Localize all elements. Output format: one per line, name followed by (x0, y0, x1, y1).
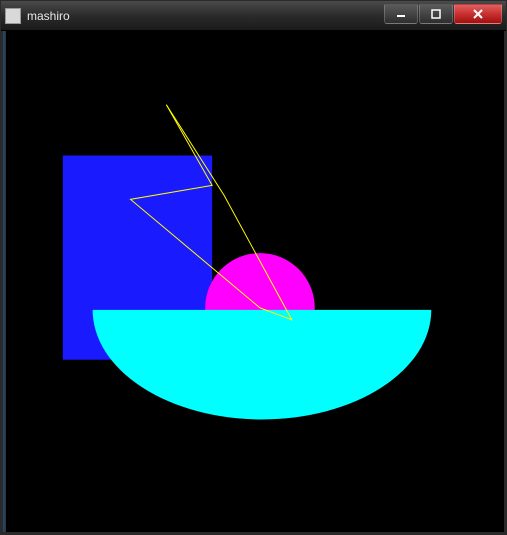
window-title: mashiro (27, 9, 384, 23)
content-area (1, 31, 506, 534)
app-icon (5, 8, 21, 24)
minimize-icon (396, 9, 406, 19)
close-button[interactable] (454, 4, 502, 24)
maximize-button[interactable] (419, 4, 453, 24)
minimize-button[interactable] (384, 4, 418, 24)
drawing-canvas (3, 31, 504, 532)
cyan-half-ellipse (93, 310, 432, 420)
application-window: mashiro (0, 0, 507, 535)
close-icon (472, 8, 484, 20)
title-bar[interactable]: mashiro (1, 1, 506, 31)
maximize-icon (431, 9, 441, 19)
window-controls (384, 8, 502, 24)
